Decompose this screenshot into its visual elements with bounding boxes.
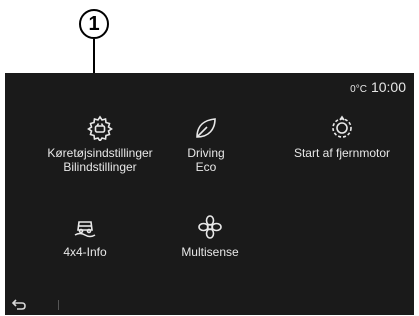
4x4-terrain-icon	[74, 221, 96, 238]
callout-marker: 1	[79, 9, 109, 39]
multisense-fan-icon	[198, 215, 222, 239]
tile-multisense[interactable]: Multisense	[170, 214, 250, 259]
tile-4x4-info[interactable]: 4x4-Info	[45, 214, 125, 259]
tile-driving-eco[interactable]: Driving Eco	[171, 115, 241, 174]
vehicle-settings-gear-icon	[87, 115, 113, 141]
bottom-bar	[5, 295, 414, 315]
tile-label-line1: Driving	[187, 146, 225, 160]
tile-label-line1: Køretøjsindstillinger	[47, 146, 153, 160]
infotainment-screen: 0°C 10:00 Køretøjsindstillinger Bilindsti…	[5, 73, 414, 315]
tile-label-line1: Multisense	[181, 245, 239, 259]
time-display: 10:00	[370, 79, 406, 95]
tile-vehicle-settings[interactable]: Køretøjsindstillinger Bilindstillinger	[15, 115, 185, 174]
back-button[interactable]	[11, 297, 27, 316]
outside-temperature: 0°C	[350, 84, 367, 95]
remote-start-icon	[332, 115, 352, 138]
tile-label-line2: Eco	[195, 160, 217, 174]
callout-number: 1	[88, 12, 100, 35]
tile-label-line1: Start af fjernmotor	[293, 146, 391, 160]
bottom-bar-divider	[58, 300, 59, 310]
tile-label-line1: 4x4-Info	[63, 245, 107, 259]
tile-remote-start[interactable]: Start af fjernmotor	[280, 115, 404, 160]
back-arrow-icon	[11, 299, 26, 310]
tile-label-line2: Bilindstillinger	[63, 160, 137, 174]
eco-leaf-icon	[196, 118, 216, 138]
status-clock: 0°C 10:00	[350, 79, 406, 95]
